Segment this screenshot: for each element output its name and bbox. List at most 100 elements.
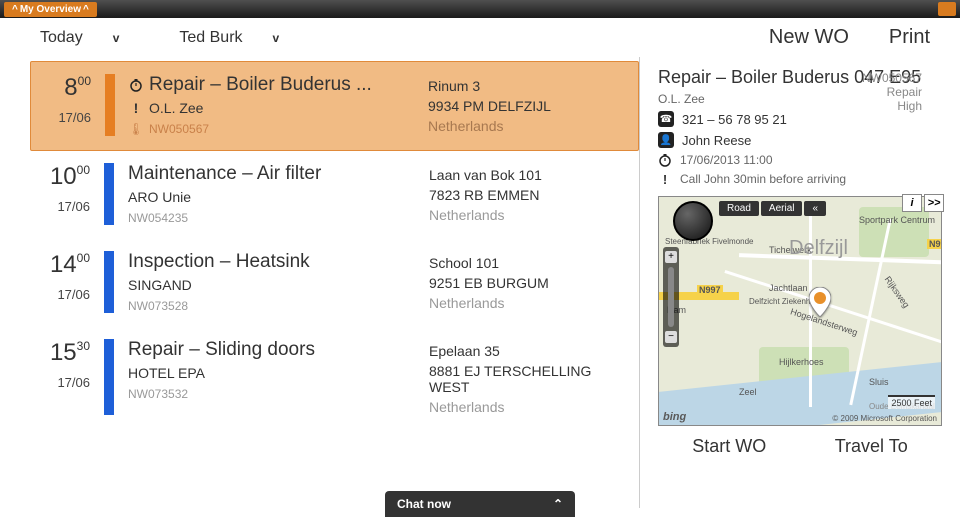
wo-addr-line2: 9251 EB BURGUM <box>429 275 629 291</box>
detail-customer: O.L. Zee <box>658 92 705 106</box>
wo-title: Repair – Boiler Buderus ... <box>149 74 372 96</box>
map-label: Sluis <box>869 377 889 387</box>
compass-icon[interactable] <box>673 201 713 241</box>
toolbar: Today v Ted Burk v New WO Print <box>0 18 960 57</box>
wo-customer: O.L. Zee <box>149 100 203 116</box>
alert-icon: ! <box>658 172 672 186</box>
wo-customer: ARO Unie <box>128 189 191 205</box>
wo-color-bar <box>104 339 114 415</box>
workorder-row[interactable]: 800 17/06 Repair – Boiler Buderus ...! O.L.… <box>30 61 639 151</box>
detail-note: Call John 30min before arriving <box>680 172 846 186</box>
wo-number: NW050567 <box>149 122 209 136</box>
person-filter-label: Ted Burk <box>179 29 242 47</box>
map-label: Sportpark Centrum <box>859 215 935 225</box>
person-filter-dropdown[interactable]: Ted Burk v <box>179 29 279 47</box>
wo-minute: 30 <box>77 339 90 353</box>
start-wo-button[interactable]: Start WO <box>692 436 766 457</box>
wo-number: NW054235 <box>128 211 188 225</box>
wo-addr-line1: School 101 <box>429 255 629 271</box>
wo-date: 17/06 <box>37 110 91 125</box>
map-pin-icon <box>809 287 831 322</box>
map-label: Steenfabriek Fivelmonde <box>665 237 754 246</box>
wo-addr-line2: 7823 RB EMMEN <box>429 187 629 203</box>
map-back-button[interactable]: « <box>804 201 826 216</box>
wo-addr-line3: Netherlands <box>429 399 629 415</box>
print-button[interactable]: Print <box>889 26 930 49</box>
detail-contact: John Reese <box>682 133 751 148</box>
wo-address: Laan van Bok 1017823 RB EMMENNetherlands <box>429 163 629 225</box>
wo-addr-line1: Epelaan 35 <box>429 343 629 359</box>
detail-number: NW050567 <box>862 71 922 85</box>
wo-minute: 00 <box>77 251 90 265</box>
person-icon: 👤 <box>658 132 674 148</box>
wo-addr-line2: 9934 PM DELFZIJL <box>428 98 628 114</box>
wo-customer: HOTEL EPA <box>128 365 205 381</box>
workorder-row[interactable]: 140017/06 Inspection – Heatsink SINGAND NW0… <box>30 239 639 327</box>
wo-addr-line2: 8881 EJ TERSCHELLING WEST <box>429 363 629 395</box>
map[interactable]: Sportpark Centrum Tichelwerk Jachtlaan D… <box>658 196 942 426</box>
map-label: Hijlkerhoes <box>779 357 824 367</box>
detail-priority: High <box>862 99 922 113</box>
wo-title: Inspection – Heatsink <box>128 251 310 273</box>
alert-icon: ! <box>129 101 143 115</box>
map-scale: 2500 Feet <box>888 395 935 409</box>
wo-time: 1000 17/06 <box>36 163 96 225</box>
wo-hour: 10 <box>50 163 77 190</box>
chevron-down-icon: v <box>113 31 120 45</box>
map-zoom-control[interactable]: + − <box>663 247 679 347</box>
wo-address: Rinum 39934 PM DELFZIJLNetherlands <box>428 74 628 136</box>
wo-customer: SINGAND <box>128 277 192 293</box>
wo-title: Maintenance – Air filter <box>128 163 321 185</box>
map-mode-road[interactable]: Road <box>719 201 759 216</box>
wo-addr-line3: Netherlands <box>429 295 629 311</box>
titlebar-tab-label: My Overview <box>20 4 81 15</box>
map-mode-aerial[interactable]: Aerial <box>761 201 803 216</box>
wo-hour: 14 <box>50 251 77 278</box>
wo-address: Epelaan 35 8881 EJ TERSCHELLING WEST Nethe… <box>429 339 629 415</box>
map-logo: bing <box>663 411 686 423</box>
wo-time: 800 17/06 <box>37 74 97 136</box>
detail-phone: 321 – 56 78 95 21 <box>682 112 787 127</box>
map-label: Rijksweg <box>883 274 912 309</box>
workorder-list: 80017/06Repair – Boiler Buderus ...!O.L.… <box>0 57 640 508</box>
wo-color-bar <box>104 251 114 313</box>
chevron-up-icon: ^ <box>83 4 89 15</box>
travel-to-button[interactable]: Travel To <box>835 436 908 457</box>
detail-datetime: 17/06/2013 11:00 <box>680 153 773 167</box>
chat-bar[interactable]: Chat now ⌃ <box>385 491 575 517</box>
wo-minute: 00 <box>78 74 91 88</box>
stopwatch-icon <box>658 153 672 167</box>
wo-color-bar <box>105 74 115 136</box>
new-wo-button[interactable]: New WO <box>769 26 849 49</box>
wo-number: NW073528 <box>128 299 188 313</box>
workorder-row[interactable]: 153017/06Repair – Sliding doorsHOTEL EPA… <box>30 327 639 429</box>
wo-number: NW073532 <box>128 387 188 401</box>
titlebar-chip[interactable] <box>938 2 956 16</box>
wo-color-bar <box>104 163 114 225</box>
wo-date: 17/06 <box>36 199 90 214</box>
wo-hour: 8 <box>64 74 77 101</box>
date-filter-dropdown[interactable]: Today v <box>40 29 119 47</box>
map-label: N99 <box>927 239 942 249</box>
wo-addr-line1: Laan van Bok 101 <box>429 167 629 183</box>
wo-addr-line3: Netherlands <box>428 118 628 134</box>
titlebar-tab[interactable]: ^ My Overview ^ <box>4 2 97 17</box>
zoom-in-button[interactable]: + <box>665 251 677 263</box>
date-filter-label: Today <box>40 29 83 47</box>
window-titlebar: ^ My Overview ^ <box>0 0 960 18</box>
chevron-down-icon: v <box>273 31 280 45</box>
chevron-up-icon: ⌃ <box>553 497 563 511</box>
next-button[interactable]: >> <box>924 194 944 212</box>
wo-minute: 00 <box>77 163 90 177</box>
wo-time: 153017/06 <box>36 339 96 415</box>
detail-type: Repair <box>862 85 922 99</box>
detail-panel: Repair – Boiler Buderus 047 E95 O.L. Zee… <box>640 57 960 508</box>
chat-label: Chat now <box>397 497 451 511</box>
map-label: N997 <box>697 285 723 295</box>
workorder-row[interactable]: 1000 17/06 Maintenance – Air filter ARO Uni… <box>30 151 639 239</box>
wo-time: 140017/06 <box>36 251 96 313</box>
info-button[interactable]: i <box>902 194 922 212</box>
map-label: Jachtlaan <box>769 283 808 293</box>
zoom-out-button[interactable]: − <box>665 331 677 343</box>
thermometer-icon: 🌡 <box>129 122 143 136</box>
